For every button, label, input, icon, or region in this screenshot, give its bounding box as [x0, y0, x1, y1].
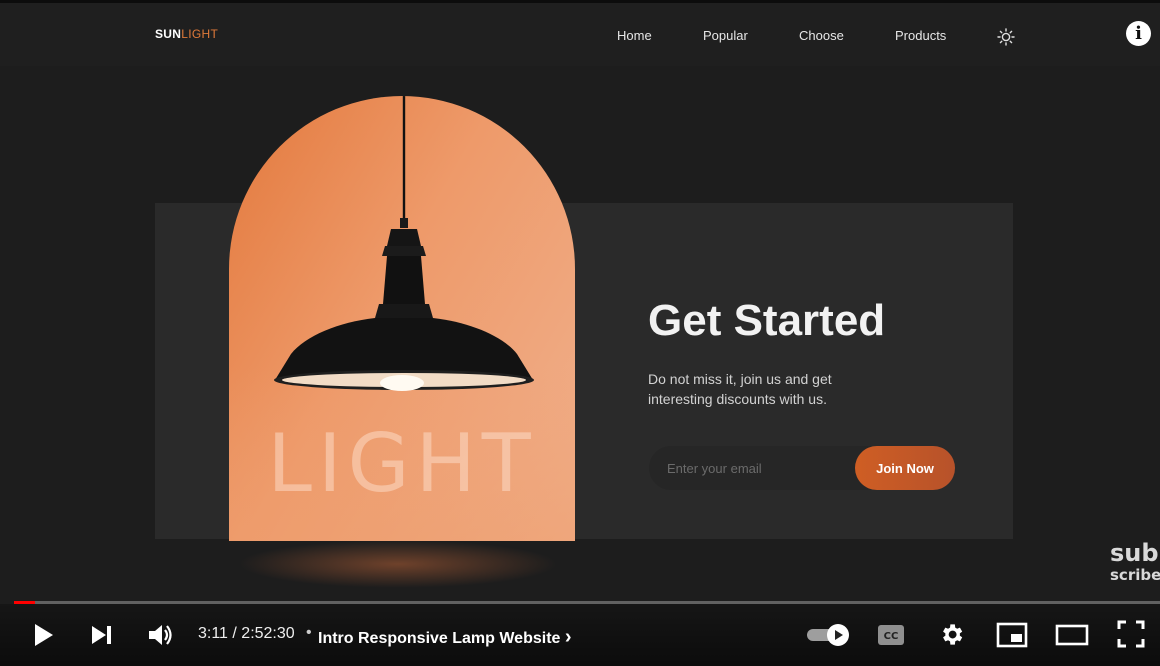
nav-link-home[interactable]: Home: [617, 28, 652, 43]
logo-light: LIGHT: [181, 27, 219, 41]
play-icon[interactable]: [30, 622, 56, 648]
time-display: 3:11 / 2:52:30: [198, 625, 295, 642]
gear-icon[interactable]: [938, 621, 965, 648]
page-title: Get Started: [648, 296, 886, 345]
site-header: SUNLIGHT Home Popular Choose Products: [0, 0, 1160, 66]
nav-link-popular[interactable]: Popular: [703, 28, 748, 43]
nav-link-products[interactable]: Products: [895, 28, 946, 43]
miniplayer-icon[interactable]: [996, 622, 1028, 648]
pendant-lamp-image: [274, 96, 534, 391]
hero-subtitle: Do not miss it, join us and get interest…: [648, 371, 832, 407]
nav-link-choose[interactable]: Choose: [799, 28, 844, 43]
sun-icon[interactable]: [996, 27, 1016, 47]
progress-bar[interactable]: [14, 601, 1160, 604]
email-input[interactable]: [649, 446, 889, 490]
logo-bold: SUN: [155, 27, 182, 41]
info-icon[interactable]: i: [1126, 21, 1151, 46]
lamp-arch-image: LIGHT: [229, 96, 575, 541]
next-icon[interactable]: [90, 624, 114, 646]
autoplay-toggle-icon[interactable]: [806, 623, 852, 647]
chevron-right-icon: ›: [564, 626, 572, 648]
cc-icon[interactable]: CC: [877, 624, 905, 646]
volume-icon[interactable]: [147, 622, 175, 648]
theater-icon[interactable]: [1055, 624, 1089, 646]
subscribe-watermark[interactable]: sub scribe: [1110, 541, 1160, 584]
svg-text:CC: CC: [884, 631, 899, 642]
site-logo[interactable]: SUNLIGHT: [155, 27, 218, 41]
chapter-title[interactable]: Intro Responsive Lamp Website ›: [318, 626, 572, 649]
progress-bar-played: [14, 601, 35, 604]
lamp-glow: [238, 540, 558, 588]
chapter-separator: •: [306, 624, 312, 641]
fullscreen-icon[interactable]: [1117, 620, 1145, 648]
join-now-button[interactable]: Join Now: [855, 446, 955, 490]
